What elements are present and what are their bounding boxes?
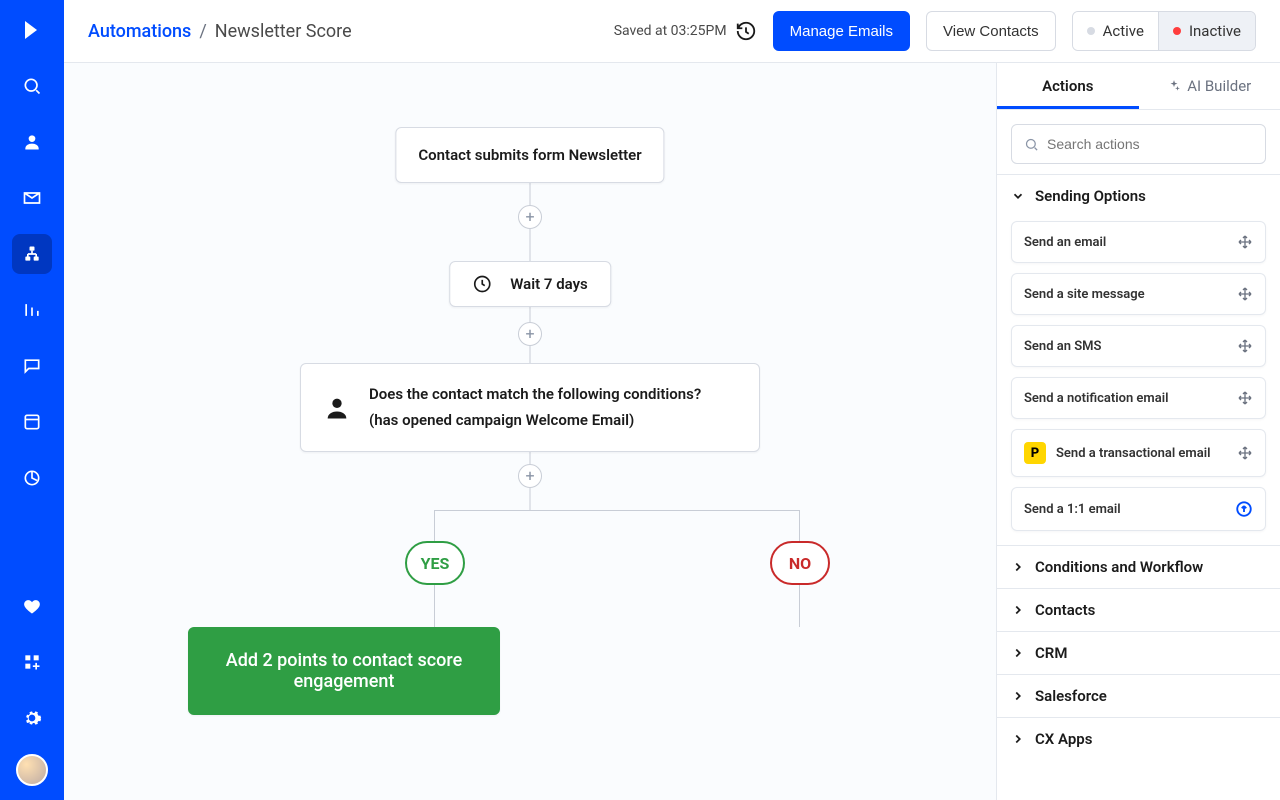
header: Automations / Newsletter Score Saved at … bbox=[64, 0, 1280, 63]
settings-icon[interactable] bbox=[12, 698, 52, 738]
search-input[interactable] bbox=[1047, 136, 1253, 152]
node-action-label: Add 2 points to contact score engagement bbox=[215, 650, 473, 692]
add-step-3[interactable]: + bbox=[518, 464, 542, 488]
drag-icon bbox=[1237, 286, 1253, 302]
conversations-icon[interactable] bbox=[12, 346, 52, 386]
group-crm[interactable]: CRM bbox=[997, 632, 1280, 674]
breadcrumb: Automations / Newsletter Score bbox=[88, 21, 352, 42]
branch-yes[interactable]: YES bbox=[405, 541, 465, 585]
node-wait[interactable]: Wait 7 days bbox=[449, 261, 611, 307]
action-send-email[interactable]: Send an email bbox=[1011, 221, 1266, 263]
drag-icon bbox=[1237, 445, 1253, 461]
group-cxapps[interactable]: CX Apps bbox=[997, 718, 1280, 760]
condition-line1: Does the contact match the following con… bbox=[369, 382, 701, 408]
condition-line2: (has opened campaign Welcome Email) bbox=[369, 408, 701, 434]
node-trigger[interactable]: Contact submits form Newsletter bbox=[395, 127, 664, 183]
drag-icon bbox=[1237, 390, 1253, 406]
campaigns-icon[interactable] bbox=[12, 178, 52, 218]
automation-canvas[interactable]: + + + Contact submits form Newsletter bbox=[64, 63, 996, 800]
node-action-addpoints[interactable]: Add 2 points to contact score engagement bbox=[188, 627, 500, 715]
chevron-down-icon bbox=[1011, 189, 1025, 203]
chevron-right-icon bbox=[1011, 603, 1025, 617]
action-send-site-message[interactable]: Send a site message bbox=[1011, 273, 1266, 315]
breadcrumb-root[interactable]: Automations bbox=[88, 21, 191, 42]
actions-panel: Actions AI Builder Sending Options bbox=[996, 63, 1280, 800]
person-icon bbox=[323, 394, 351, 422]
chevron-right-icon bbox=[1011, 689, 1025, 703]
clock-icon bbox=[472, 274, 492, 294]
tab-ai-builder[interactable]: AI Builder bbox=[1139, 63, 1280, 109]
group-conditions[interactable]: Conditions and Workflow bbox=[997, 546, 1280, 588]
action-send-transactional[interactable]: P Send a transactional email bbox=[1011, 429, 1266, 477]
chevron-right-icon bbox=[1011, 560, 1025, 574]
branch-no[interactable]: NO bbox=[770, 541, 830, 585]
drag-icon bbox=[1237, 234, 1253, 250]
search-actions[interactable] bbox=[1011, 124, 1266, 164]
saved-status: Saved at 03:25PM bbox=[614, 20, 757, 42]
group-salesforce[interactable]: Salesforce bbox=[997, 675, 1280, 717]
node-condition[interactable]: Does the contact match the following con… bbox=[300, 363, 760, 452]
logo[interactable] bbox=[12, 10, 52, 50]
action-send-notification[interactable]: Send a notification email bbox=[1011, 377, 1266, 419]
tab-actions[interactable]: Actions bbox=[997, 63, 1139, 109]
manage-emails-button[interactable]: Manage Emails bbox=[773, 11, 910, 51]
chevron-right-icon bbox=[1011, 732, 1025, 746]
status-inactive[interactable]: Inactive bbox=[1158, 12, 1255, 50]
breadcrumb-sep: / bbox=[199, 21, 206, 42]
chevron-right-icon bbox=[1011, 646, 1025, 660]
group-sending-header[interactable]: Sending Options bbox=[997, 175, 1280, 217]
add-step-1[interactable]: + bbox=[518, 205, 542, 229]
group-contacts[interactable]: Contacts bbox=[997, 589, 1280, 631]
view-contacts-button[interactable]: View Contacts bbox=[926, 11, 1056, 51]
status-toggle: Active Inactive bbox=[1072, 11, 1256, 51]
node-wait-label: Wait 7 days bbox=[510, 275, 588, 293]
deals-icon[interactable] bbox=[12, 290, 52, 330]
sparkle-icon bbox=[1167, 79, 1181, 93]
status-active[interactable]: Active bbox=[1073, 12, 1158, 50]
postmark-badge: P bbox=[1024, 442, 1046, 464]
apps-icon[interactable] bbox=[12, 642, 52, 682]
avatar[interactable] bbox=[16, 754, 48, 786]
action-send-sms[interactable]: Send an SMS bbox=[1011, 325, 1266, 367]
favorites-icon[interactable] bbox=[12, 586, 52, 626]
add-step-2[interactable]: + bbox=[518, 322, 542, 346]
search-icon bbox=[1024, 137, 1039, 152]
automations-icon[interactable] bbox=[12, 234, 52, 274]
upgrade-icon bbox=[1235, 500, 1253, 518]
search-icon[interactable] bbox=[12, 66, 52, 106]
action-send-1to1[interactable]: Send a 1:1 email bbox=[1011, 487, 1266, 531]
reports-icon[interactable] bbox=[12, 458, 52, 498]
contacts-icon[interactable] bbox=[12, 122, 52, 162]
group-sending-options: Sending Options Send an email Send a sit… bbox=[997, 174, 1280, 545]
sidebar-nav bbox=[0, 0, 64, 800]
drag-icon bbox=[1237, 338, 1253, 354]
saved-text: Saved at 03:25PM bbox=[614, 23, 727, 39]
history-icon[interactable] bbox=[735, 20, 757, 42]
node-trigger-label: Contact submits form Newsletter bbox=[418, 146, 641, 164]
lists-icon[interactable] bbox=[12, 402, 52, 442]
page-title: Newsletter Score bbox=[215, 21, 352, 42]
